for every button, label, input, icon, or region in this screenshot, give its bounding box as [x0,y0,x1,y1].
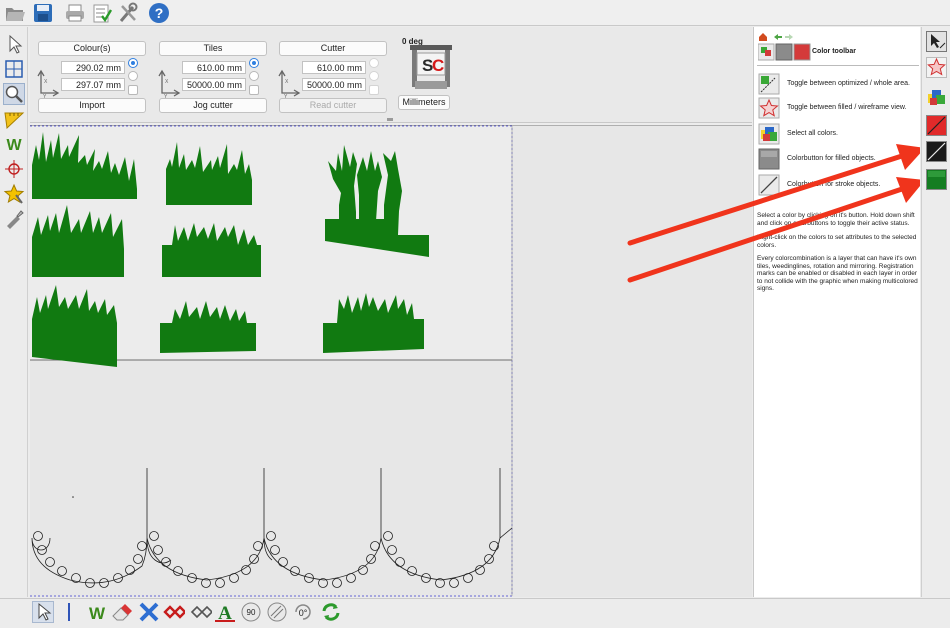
print-icon[interactable] [64,2,86,24]
cutter-y-field[interactable]: 50000.00 mm [302,78,366,91]
zoom-icon[interactable] [3,83,25,105]
svg-text:X: X [165,79,169,85]
colour-checkbox[interactable] [128,85,138,95]
jog-cutter-button[interactable]: Jog cutter [159,98,267,113]
help-icon[interactable]: ? [148,2,170,24]
read-cutter-button[interactable]: Read cutter [279,98,387,113]
colour-radio-2[interactable] [128,71,138,81]
panel-row-filled: Toggle between filled / wireframe view. [758,97,918,121]
delete-x-icon[interactable] [138,601,160,623]
panel-divider [757,65,919,66]
grid-select-icon[interactable] [3,58,25,80]
green-fill-color-button[interactable] [926,169,947,190]
tiles-x-field[interactable]: 610.00 mm [182,61,246,74]
panel-nav [758,29,798,41]
select-all-colors-icon[interactable] [926,87,947,108]
weed-icon[interactable]: W [86,601,108,623]
svg-text:W: W [6,137,22,154]
checklist-icon[interactable] [91,2,113,24]
cutter-radio-2[interactable] [369,71,379,81]
tiles-group: Tiles XY 610.00 mm 50000.00 mm Jog cutte… [151,39,267,125]
cutter-machine-icon[interactable]: S C SC [410,45,452,91]
colour-group: Colour(s) XY 290.02 mm 297.07 mm Import [30,39,146,125]
red-stroke-color-button[interactable] [926,115,947,136]
scallop-border [31,468,513,588]
eraser-icon[interactable] [110,601,132,623]
refresh-icon[interactable] [320,601,342,623]
star-wireframe-icon[interactable] [926,57,947,78]
save-icon[interactable] [32,2,54,24]
tiles-y-field[interactable]: 50000.00 mm [182,78,246,91]
tiles-radio-1[interactable] [249,58,259,68]
left-toolbar: W [0,27,28,597]
home-icon [759,33,767,41]
cutter-button[interactable]: Cutter [279,41,387,56]
rotate-0-icon[interactable]: 0° [292,601,314,623]
back-arrow-icon [774,34,782,40]
color-toolbar-preview [757,42,811,62]
svg-text:X: X [285,79,289,85]
tiles-checkbox[interactable] [249,85,259,95]
xy-axis-icon: XY [158,69,181,99]
cutter-x-field[interactable]: 610.00 mm [302,61,366,74]
forward-arrow-icon [785,34,793,40]
color-toolbar-panel: Color toolbar Toggle between optimized /… [753,27,920,597]
right-toolbar [921,27,950,597]
colours-button[interactable]: Colour(s) [38,41,146,56]
weed-icon[interactable]: W [3,133,25,155]
crosshair-icon[interactable] [3,158,25,180]
ruler-icon[interactable] [3,108,25,130]
svg-text:X: X [44,79,48,85]
settings-panel: Colour(s) XY 290.02 mm 297.07 mm Import … [30,27,752,123]
import-button[interactable]: Import [38,98,146,113]
scallop-circles [33,531,499,588]
optimize-area-icon[interactable] [758,73,780,95]
knife-icon[interactable] [3,208,25,230]
colour-y-field[interactable]: 297.07 mm [61,78,125,91]
millimeters-button[interactable]: Millimeters [398,95,450,110]
bottom-toolbar: W A 90 0° [0,598,950,624]
cutter-checkbox[interactable] [369,85,379,95]
panel-title: Color toolbar [812,48,856,55]
rotate-90-icon[interactable]: 90 [240,601,262,623]
annotation-arrows [627,144,920,283]
colour-radio-1[interactable] [128,58,138,68]
select-tool-icon[interactable] [926,31,947,52]
toolbar-separator [68,603,70,621]
main-toolbar: ? [0,0,950,26]
node-outline-icon[interactable] [190,601,214,623]
svg-text:C: C [432,56,444,75]
tiles-button[interactable]: Tiles [159,41,267,56]
svg-text:?: ? [155,5,164,21]
folder-open-icon[interactable] [4,2,26,24]
xy-axis-icon: XY [37,69,60,99]
tiles-radio-2[interactable] [249,71,259,81]
cutter-group: Cutter XY 610.00 mm 50000.00 mm Read cut… [271,39,387,125]
star-effect-icon[interactable] [3,183,25,205]
panel-row-optimize: Toggle between optimized / whole area. [758,73,918,97]
tools-icon[interactable] [117,2,139,24]
svg-text:W: W [89,604,106,623]
black-stroke-color-button[interactable] [926,141,947,162]
text-icon[interactable]: A [214,601,236,624]
row-label: Toggle between filled / wireframe view. [787,104,907,111]
xy-axis-icon: XY [278,69,301,99]
cutter-radio-1[interactable] [369,58,379,68]
pointer-icon[interactable] [3,33,25,55]
hatch-icon[interactable] [266,601,288,623]
panel-resize-grip[interactable] [387,118,393,121]
star-wireframe-icon[interactable] [758,97,780,119]
pointer-icon[interactable] [32,601,54,623]
colour-x-field[interactable]: 290.02 mm [61,61,125,74]
node-red-icon[interactable] [163,601,187,623]
svg-text:0°: 0° [299,608,308,618]
svg-text:90: 90 [247,608,256,617]
row-label: Toggle between optimized / whole area. [787,80,910,87]
